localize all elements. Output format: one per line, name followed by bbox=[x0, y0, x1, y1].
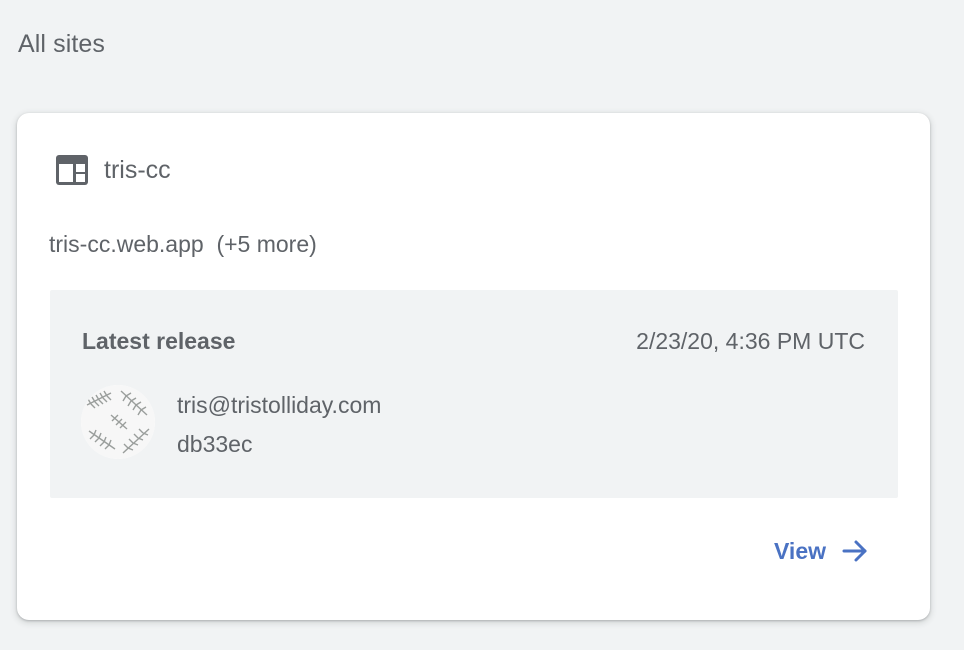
release-timestamp: 2/23/20, 4:36 PM UTC bbox=[636, 328, 865, 354]
site-header: tris-cc bbox=[54, 153, 171, 187]
release-author: tris@tristolliday.com bbox=[177, 392, 382, 418]
web-layout-icon bbox=[54, 153, 90, 187]
site-name[interactable]: tris-cc bbox=[104, 156, 171, 185]
arrow-right-icon bbox=[840, 536, 870, 566]
site-domains[interactable]: tris-cc.web.app (+5 more) bbox=[49, 231, 317, 258]
section-title: All sites bbox=[18, 30, 106, 58]
hosting-dashboard: All sites tris-cc tris-cc.web.app (+5 mo… bbox=[0, 0, 964, 650]
view-label: View bbox=[774, 537, 826, 564]
release-commit[interactable]: db33ec bbox=[177, 431, 252, 458]
site-card: tris-cc tris-cc.web.app (+5 more) Latest… bbox=[17, 113, 930, 620]
latest-release-panel: Latest release 2/23/20, 4:36 PM UTC tris… bbox=[50, 290, 898, 498]
view-button[interactable]: View bbox=[774, 536, 870, 566]
release-label: Latest release bbox=[82, 328, 236, 354]
avatar bbox=[81, 385, 155, 459]
